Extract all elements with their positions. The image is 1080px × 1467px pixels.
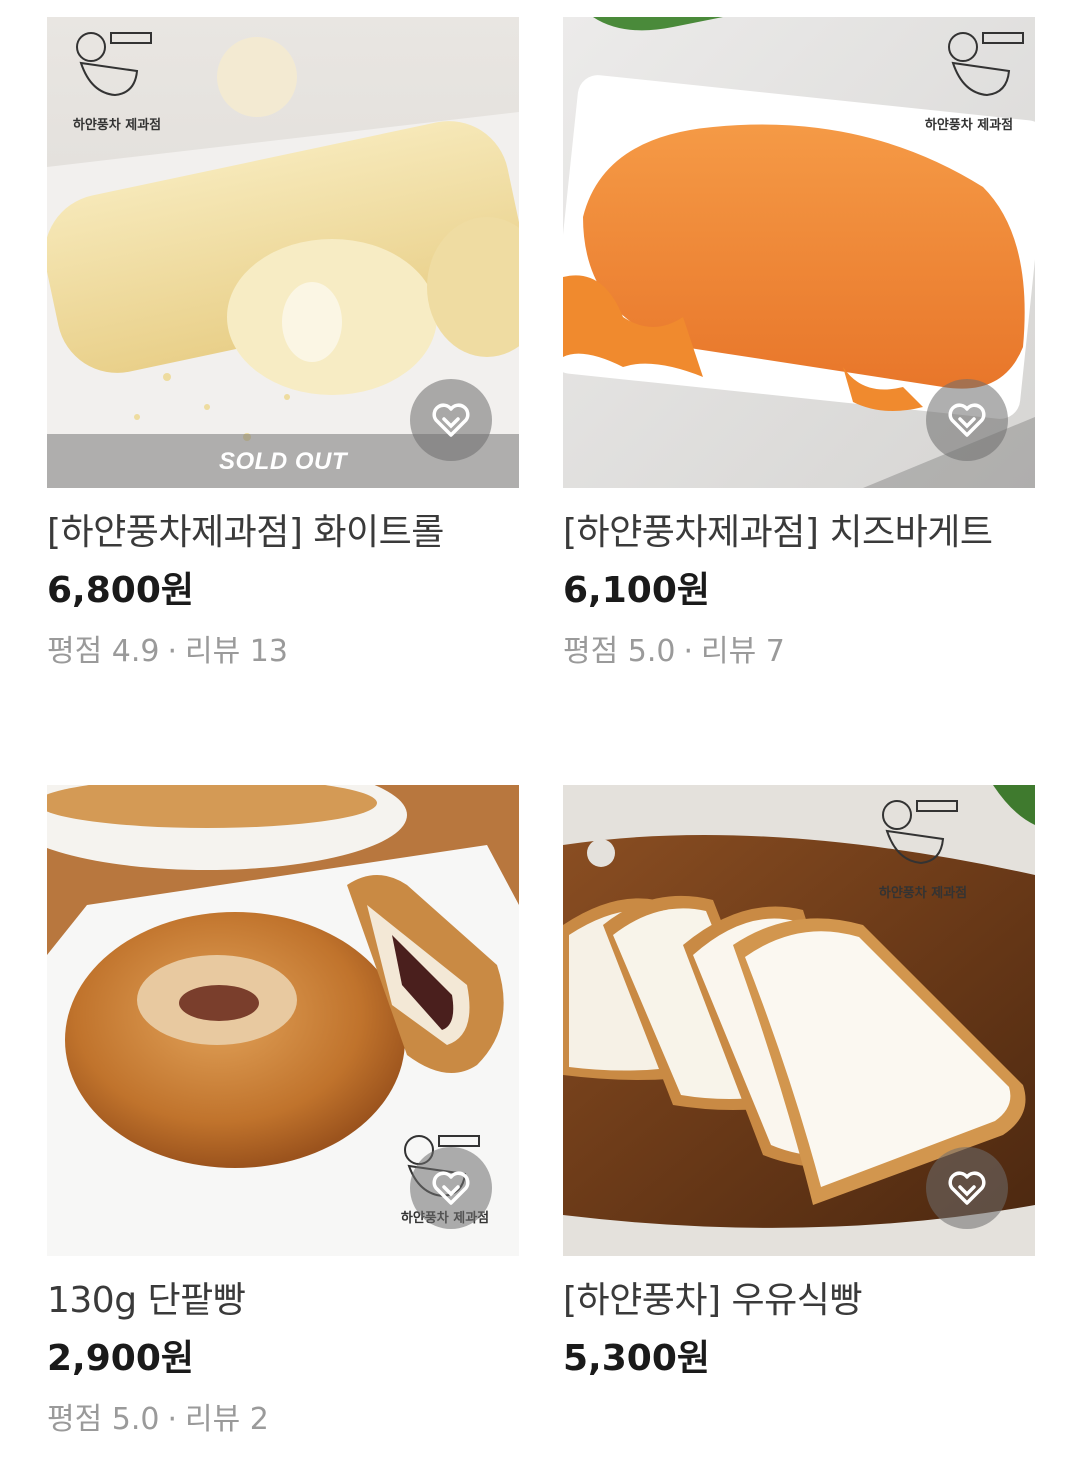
product-name[interactable]: [하얀풍차제과점] 치즈바게트 <box>563 510 1035 556</box>
product-price: 5,300원 <box>563 1338 710 1379</box>
product-name[interactable]: 130g 단팥빵 <box>47 1278 519 1324</box>
review-count: 리뷰 7 <box>701 634 785 669</box>
brand-logo: 하얀풍차 제과점 <box>909 23 1029 133</box>
product-price: 2,900원 <box>47 1338 194 1379</box>
baker-icon <box>76 32 152 97</box>
logo-text: 하얀풍차 제과점 <box>878 886 968 901</box>
heart-outline-icon <box>948 403 986 437</box>
product-price: 6,800원 <box>47 570 194 611</box>
brand-logo: 하얀풍차 제과점 <box>57 23 177 133</box>
logo-text: 하얀풍차 제과점 <box>72 118 162 133</box>
product-meta: 평점 5.0 · 리뷰 2 <box>47 1400 519 1440</box>
wishlist-button[interactable] <box>926 1147 1008 1229</box>
product-thumbnail[interactable]: 하얀풍차 제과점 <box>47 785 519 1256</box>
wishlist-button[interactable] <box>410 379 492 461</box>
review-count: 리뷰 2 <box>185 1402 269 1437</box>
heart-outline-icon <box>432 403 470 437</box>
product-thumbnail[interactable]: 하얀풍차 제과점 <box>563 785 1035 1256</box>
wishlist-button[interactable] <box>926 379 1008 461</box>
rating-label: 평점 4.9 <box>47 634 160 669</box>
heart-outline-icon <box>948 1171 986 1205</box>
rating-label: 평점 5.0 <box>47 1402 160 1437</box>
baker-icon <box>882 800 958 865</box>
product-card[interactable]: 하얀풍차 제과점 [하얀풍차] 우유식빵 5,300원 <box>563 785 1035 1382</box>
product-name[interactable]: [하얀풍차제과점] 화이트롤 <box>47 510 519 556</box>
meta-separator: · <box>167 1402 177 1437</box>
review-count: 리뷰 13 <box>185 634 288 669</box>
wishlist-button[interactable] <box>410 1147 492 1229</box>
meta-separator: · <box>683 634 693 669</box>
product-thumbnail[interactable]: 하얀풍차 제과점 <box>563 17 1035 488</box>
brand-logo: 하얀풍차 제과점 <box>863 791 983 901</box>
product-meta: 평점 5.0 · 리뷰 7 <box>563 632 1035 672</box>
heart-outline-icon <box>432 1171 470 1205</box>
logo-text: 하얀풍차 제과점 <box>924 118 1014 133</box>
baker-icon <box>948 32 1024 97</box>
product-card[interactable]: 하얀풍차 제과점 SOLD OUT [하얀풍차제과점] 화이트롤 6,800원 … <box>47 17 519 672</box>
product-price: 6,100원 <box>563 570 710 611</box>
product-name[interactable]: [하얀풍차] 우유식빵 <box>563 1278 1035 1324</box>
rating-label: 평점 5.0 <box>563 634 676 669</box>
product-thumbnail[interactable]: 하얀풍차 제과점 SOLD OUT <box>47 17 519 488</box>
product-card[interactable]: 하얀풍차 제과점 130g 단팥빵 2,900원 평점 5.0·리뷰 2 <box>47 785 519 1440</box>
product-meta: 평점 4.9 · 리뷰 13 <box>47 632 519 672</box>
meta-separator: · <box>167 634 177 669</box>
product-card[interactable]: 하얀풍차 제과점 [하얀풍차제과점] 치즈바게트 6,100원 평점 5.0 · 리… <box>563 17 1035 672</box>
